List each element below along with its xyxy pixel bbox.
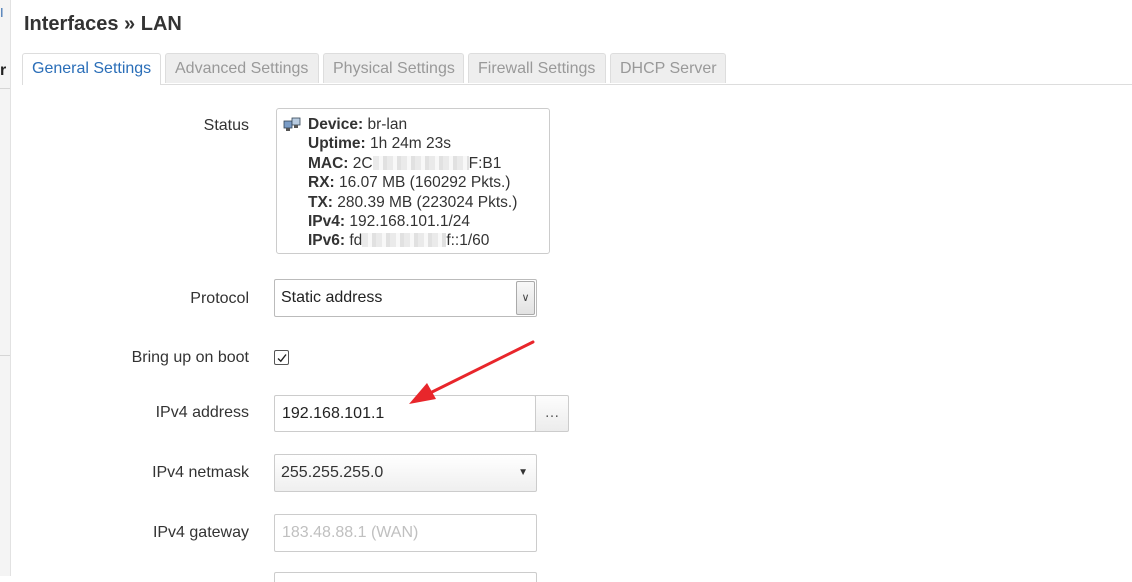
status-mac-line: MAC: 2C F:B1 <box>308 154 502 172</box>
status-panel: Device: br-lan Uptime: 1h 24m 23s MAC: 2… <box>276 108 550 254</box>
bring-up-on-boot-checkbox[interactable] <box>274 350 289 365</box>
status-uptime-line: Uptime: 1h 24m 23s <box>308 135 452 153</box>
sidebar-divider <box>0 355 10 356</box>
status-rx-line: RX: 16.07 MB (160292 Pkts.) <box>308 174 511 192</box>
ipv4-address-input[interactable]: 192.168.101.1 <box>274 395 536 432</box>
sidebar-fragment: r <box>0 62 7 79</box>
next-input-field[interactable] <box>274 572 537 582</box>
ipv4-address-label: IPv4 address <box>155 404 249 421</box>
status-ipv6-line: IPv6: fd f::1/60 <box>308 232 490 250</box>
annotation-arrow <box>409 340 535 404</box>
status-device-line: Device: br-lan <box>308 116 408 133</box>
ipv4-address-more-button[interactable]: … <box>535 395 569 432</box>
status-ipv4-line: IPv4: 192.168.101.1/24 <box>308 213 471 231</box>
redacted-blur <box>372 155 469 170</box>
ipv4-netmask-value: 255.255.255.0 <box>281 464 384 481</box>
ipv4-gateway-label: IPv4 gateway <box>152 524 249 541</box>
tab-bar: General Settings Advanced Settings Physi… <box>22 53 1132 85</box>
ipv4-gateway-input[interactable]: 183.48.88.1 (WAN) <box>274 514 537 552</box>
status-tx-line: TX: 280.39 MB (223024 Pkts.) <box>308 193 518 211</box>
chevron-down-icon[interactable]: ∨ <box>516 281 535 315</box>
network-ethernet-icon <box>283 116 301 132</box>
protocol-select[interactable]: Static address ∨ <box>274 279 537 317</box>
protocol-label: Protocol <box>190 290 249 307</box>
ipv4-netmask-label: IPv4 netmask <box>152 464 249 481</box>
caret-down-icon: ▼ <box>518 467 528 478</box>
sidebar-fragment: I <box>0 5 4 20</box>
redacted-blur <box>362 233 447 248</box>
protocol-value: Static address <box>281 289 383 306</box>
page-title: Interfaces » LAN <box>24 13 182 35</box>
tab-dhcp-server[interactable]: DHCP Server <box>610 53 726 83</box>
left-sidebar-edge: I r <box>0 0 11 576</box>
tab-general-settings[interactable]: General Settings <box>22 53 161 85</box>
ipv4-netmask-select[interactable]: 255.255.255.0 ▼ <box>274 454 537 492</box>
tab-physical-settings[interactable]: Physical Settings <box>323 53 464 83</box>
checkmark-icon <box>277 354 287 363</box>
bring-up-on-boot-label: Bring up on boot <box>131 349 249 366</box>
sidebar-divider <box>0 88 10 89</box>
tab-firewall-settings[interactable]: Firewall Settings <box>468 53 606 83</box>
status-label: Status <box>203 117 249 134</box>
tab-advanced-settings[interactable]: Advanced Settings <box>165 53 319 83</box>
